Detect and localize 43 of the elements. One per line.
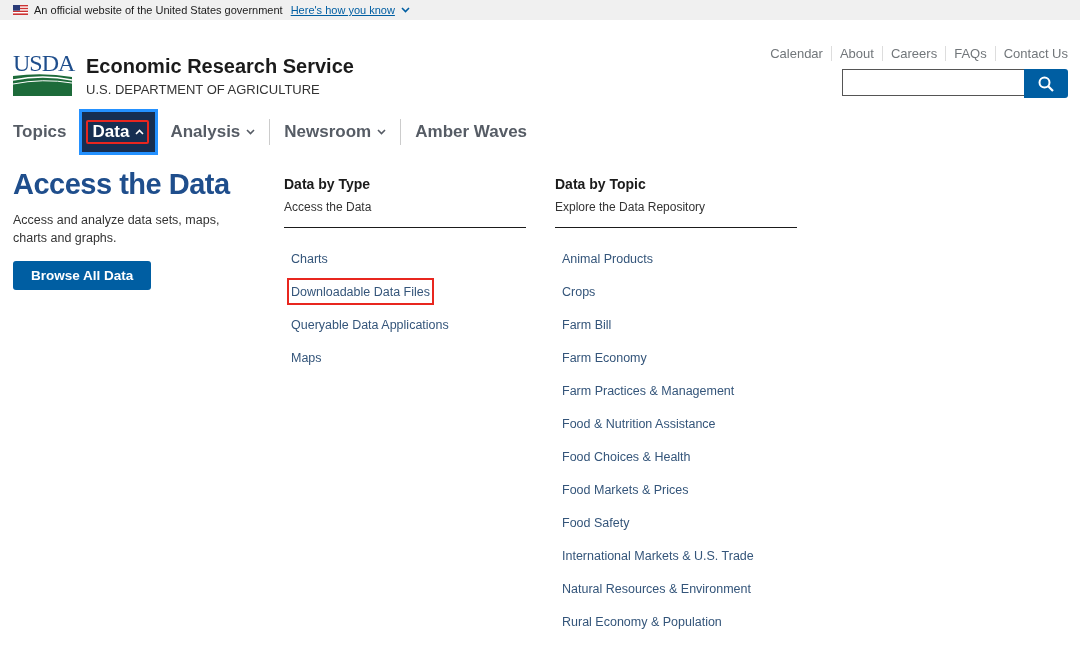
utility-link[interactable]: FAQs: [945, 46, 995, 61]
menu-link[interactable]: Food & Nutrition Assistance: [555, 407, 723, 440]
utility-link[interactable]: Careers: [881, 46, 946, 61]
utility-link[interactable]: About: [830, 46, 882, 61]
menu-link[interactable]: Animal Products: [555, 242, 660, 275]
nav-tab[interactable]: Amber Waves: [400, 119, 536, 145]
banner-text: An official website of the United States government: [34, 4, 283, 16]
site-title[interactable]: Economic Research Service: [86, 55, 354, 78]
how-you-know-link[interactable]: Here's how you know: [290, 4, 410, 16]
menu-link[interactable]: Farm Economy: [555, 341, 654, 374]
utility-link[interactable]: Contact Us: [994, 46, 1068, 61]
nav-tab[interactable]: Newsroom: [269, 119, 395, 145]
nav-tab[interactable]: Analysis: [162, 119, 264, 145]
menu-link[interactable]: Downloadable Data Files: [284, 275, 437, 308]
menu-link[interactable]: Farm Bill: [555, 308, 619, 341]
column-subtitle: Access the Data: [284, 200, 526, 228]
site-subtitle: U.S. DEPARTMENT OF AGRICULTURE: [86, 82, 321, 97]
menu-link[interactable]: Rural Economy & Population: [555, 605, 729, 638]
column-heading: Data by Topic: [555, 176, 647, 192]
column-heading: Data by Type: [284, 176, 372, 192]
fields-logo-icon: [13, 74, 72, 96]
chevron-icon: [400, 7, 410, 13]
column-subtitle: Explore the Data Repository: [555, 200, 797, 228]
menu-link[interactable]: International Markets & U.S. Trade: [555, 539, 761, 572]
search-icon: [1038, 75, 1054, 92]
menu-link[interactable]: Farm Practices & Management: [555, 374, 742, 407]
menu-heading: Access the Data: [13, 168, 232, 201]
search-button[interactable]: [1024, 69, 1068, 98]
nav-tab[interactable]: Data: [78, 109, 159, 155]
menu-link[interactable]: Food Markets & Prices: [555, 473, 696, 506]
menu-link[interactable]: Natural Resources & Environment: [555, 572, 758, 605]
browse-all-data-button[interactable]: Browse All Data: [13, 261, 152, 290]
menu-link[interactable]: Crops: [555, 275, 603, 308]
menu-link[interactable]: Food Safety: [555, 506, 637, 539]
nav-tab[interactable]: Topics: [5, 119, 75, 145]
search-field[interactable]: [842, 69, 1024, 96]
menu-description: Access and analyze data sets, maps, charts and graphs.: [13, 212, 221, 247]
utility-link[interactable]: Calendar: [762, 46, 831, 61]
menu-link[interactable]: Charts: [284, 242, 335, 275]
menu-link[interactable]: Maps: [284, 341, 329, 374]
menu-link[interactable]: Queryable Data Applications: [284, 308, 456, 341]
menu-link[interactable]: Food Choices & Health: [555, 440, 698, 473]
flag-icon: [13, 5, 28, 15]
